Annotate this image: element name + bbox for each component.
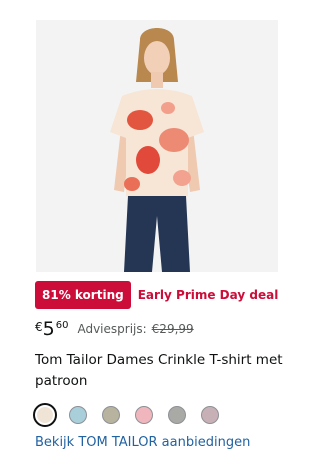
discount-badge: 81% korting <box>35 281 131 309</box>
color-swatch-3[interactable] <box>102 406 120 424</box>
deal-label: Early Prime Day deal <box>137 288 279 302</box>
price-fraction: 60 <box>55 320 69 331</box>
price-whole: 5 <box>42 318 55 340</box>
color-swatch-4[interactable] <box>135 406 153 424</box>
color-swatches <box>33 402 234 428</box>
list-price: €29,99 <box>151 322 194 336</box>
product-title[interactable]: Tom Tailor Dames Crinkle T-shirt met pat… <box>35 350 287 392</box>
product-image[interactable] <box>36 20 278 272</box>
brand-deals-link[interactable]: Bekijk TOM TAILOR aanbiedingen <box>35 435 250 450</box>
color-swatch-2[interactable] <box>69 406 87 424</box>
price-row: € 5 60 Adviesprijs: €29,99 <box>35 318 194 340</box>
color-swatch-1[interactable] <box>33 403 57 427</box>
product-card: 81% korting Early Prime Day deal € 5 60 … <box>0 0 298 462</box>
color-swatch-5[interactable] <box>168 406 186 424</box>
deal-row: 81% korting Early Prime Day deal <box>35 281 278 309</box>
price-currency: € <box>35 320 43 334</box>
list-price-label: Adviesprijs: <box>77 322 147 336</box>
color-swatch-6[interactable] <box>201 406 219 424</box>
